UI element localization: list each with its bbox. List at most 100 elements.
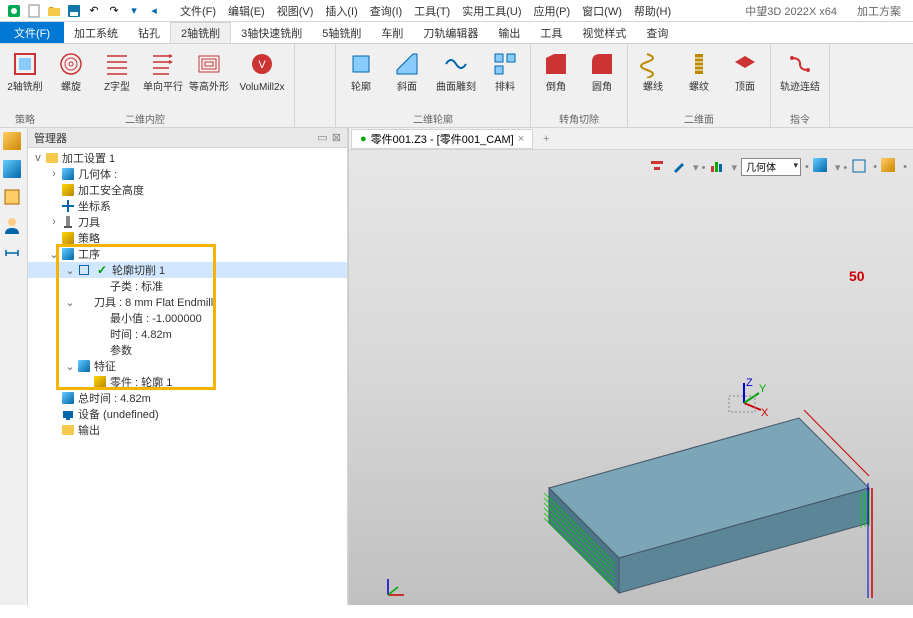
tree-row[interactable]: ⌄刀具 : 8 mm Flat Endmill	[28, 294, 347, 310]
btn-spiral[interactable]: 螺旋	[48, 46, 94, 96]
axis-gizmo[interactable]: Z X Y	[719, 378, 769, 428]
tool-stock-icon[interactable]	[3, 188, 25, 210]
btn-2axis-mill[interactable]: 2轴铣削	[2, 46, 48, 96]
ribbon-tab-file[interactable]: 文件(F)	[0, 22, 64, 43]
toolbar-sep: ▾ •	[693, 161, 705, 174]
tree-row[interactable]: 坐标系	[28, 198, 347, 214]
btn-thread[interactable]: 螺纹	[676, 46, 722, 96]
axis-indicator-icon	[384, 575, 408, 599]
open-icon[interactable]	[45, 2, 63, 20]
menu-window[interactable]: 窗口(W)	[576, 3, 628, 19]
toolbar-sep3: •	[805, 161, 809, 173]
tree-row[interactable]: ⌄工序	[28, 246, 347, 262]
chart-icon[interactable]	[709, 158, 727, 176]
group-label-strategy: 策略	[0, 111, 50, 127]
tree-row[interactable]: 设备 (undefined)	[28, 406, 347, 422]
btn-zigzag[interactable]: Z字型	[94, 46, 140, 96]
ribbon-tab-toolpath-editor[interactable]: 刀轨编辑器	[413, 22, 488, 43]
btn-profile[interactable]: 轮廓	[338, 46, 384, 96]
tree-row[interactable]: 策略	[28, 230, 347, 246]
tree-row[interactable]: ⌄特征	[28, 358, 347, 374]
menu-bar: 文件(F) 编辑(E) 视图(V) 插入(I) 查询(I) 工具(T) 实用工具…	[174, 3, 677, 19]
tool-dim-icon[interactable]	[3, 244, 25, 266]
tree-row[interactable]: 子类 : 标准	[28, 278, 347, 294]
title-area: 中望3D 2022X x64 加工方案	[745, 3, 909, 19]
panel-close-icon[interactable]: ⊠	[332, 131, 341, 144]
prev-icon[interactable]: ◂	[145, 2, 163, 20]
ribbon-tab-output[interactable]: 输出	[488, 22, 530, 43]
tree-row[interactable]: 总时间 : 4.82m	[28, 390, 347, 406]
ribbon-group-corner: 倒角 圆角 转角切除	[531, 44, 628, 127]
menu-insert[interactable]: 插入(I)	[319, 3, 363, 19]
btn-contour-equal[interactable]: 等高外形	[186, 46, 232, 96]
btn-bevel[interactable]: 斜面	[384, 46, 430, 96]
dropdown-icon[interactable]: ▾	[125, 2, 143, 20]
ribbon-tab-5axis[interactable]: 5轴铣削	[312, 22, 371, 43]
ribbon-tab-system[interactable]: 加工系统	[64, 22, 128, 43]
viewport-3d[interactable]: ● 零件001.Z3 - [零件001_CAM] × + ▾ • ▾ 几何体 •…	[348, 128, 913, 605]
menu-tools[interactable]: 工具(T)	[408, 3, 456, 19]
ribbon-tabs: 文件(F) 加工系统 钻孔 2轴铣削 3轴快速铣削 5轴铣削 车削 刀轨编辑器 …	[0, 22, 913, 44]
document-tab[interactable]: ● 零件001.Z3 - [零件001_CAM] ×	[351, 129, 533, 149]
tree-row[interactable]: ›刀具	[28, 214, 347, 230]
tree-row[interactable]: 参数	[28, 342, 347, 358]
tree-row[interactable]: 最小值 : -1.000000	[28, 310, 347, 326]
btn-nesting[interactable]: 排料	[482, 46, 528, 96]
ribbon-tab-inquire[interactable]: 查询	[636, 22, 678, 43]
group-label-face: 二维面	[628, 111, 770, 127]
ribbon-tab-tools[interactable]: 工具	[530, 22, 572, 43]
menu-utilities[interactable]: 实用工具(U)	[456, 3, 527, 19]
btn-chamfer[interactable]: 倒角	[533, 46, 579, 96]
geometry-dropdown[interactable]: 几何体	[741, 158, 801, 176]
tree-row[interactable]: ›几何体 :	[28, 166, 347, 182]
tree-row[interactable]: ⌄✓轮廓切削 1	[28, 262, 347, 278]
btn-helix[interactable]: 螺线	[630, 46, 676, 96]
redo-icon[interactable]: ↷	[105, 2, 123, 20]
tree-row[interactable]: 零件 : 轮廓 1	[28, 374, 347, 390]
ribbon-tab-lathe[interactable]: 车削	[371, 22, 413, 43]
pencil-icon[interactable]	[671, 158, 689, 176]
menu-file[interactable]: 文件(F)	[174, 3, 222, 19]
tree-row[interactable]: 时间 : 4.82m	[28, 326, 347, 342]
save-icon[interactable]	[65, 2, 83, 20]
gold-cube-icon[interactable]	[881, 158, 899, 176]
group-label-profile: 二维轮廓	[336, 111, 530, 127]
left-toolbox	[0, 128, 28, 605]
ribbon-tab-visual[interactable]: 视觉样式	[572, 22, 636, 43]
tree-row[interactable]: 输出	[28, 422, 347, 438]
btn-pathlink[interactable]: 轨迹连结	[773, 46, 827, 96]
btn-engrave[interactable]: 曲面雕刻	[430, 46, 482, 96]
ribbon-tab-drill[interactable]: 钻孔	[128, 22, 170, 43]
ribbon-group-pocket: 二维内腔	[295, 44, 336, 127]
menu-edit[interactable]: 编辑(E)	[222, 3, 271, 19]
wireframe-cube-icon[interactable]	[851, 158, 869, 176]
panel-menu-icon[interactable]: ▭	[317, 131, 327, 144]
menu-view[interactable]: 视图(V)	[271, 3, 320, 19]
menu-query[interactable]: 查询(I)	[364, 3, 408, 19]
btn-oneway[interactable]: 单向平行	[140, 46, 186, 96]
ribbon-tab-2axis[interactable]: 2轴铣削	[170, 22, 231, 43]
tool-user-icon[interactable]	[3, 216, 25, 238]
tree-root[interactable]: v加工设置 1	[28, 150, 347, 166]
solid-cube-icon[interactable]	[813, 158, 831, 176]
toolbar-sep6: •	[903, 161, 907, 173]
menu-app[interactable]: 应用(P)	[528, 3, 577, 19]
close-tab-icon[interactable]: ×	[518, 133, 524, 145]
tool-part-icon[interactable]	[3, 132, 25, 154]
document-tabs: ● 零件001.Z3 - [零件001_CAM] × +	[349, 128, 913, 150]
btn-topface[interactable]: 顶面	[722, 46, 768, 96]
ribbon-tab-3axis[interactable]: 3轴快速铣削	[231, 22, 312, 43]
menu-help[interactable]: 帮助(H)	[628, 3, 677, 19]
undo-icon[interactable]: ↶	[85, 2, 103, 20]
btn-volumill[interactable]: VVoluMill2x	[232, 46, 292, 96]
filter-icon[interactable]	[649, 158, 667, 176]
model-3d-render	[489, 358, 889, 618]
svg-text:Z: Z	[746, 378, 753, 389]
manager-tree[interactable]: v加工设置 1›几何体 :加工安全高度坐标系›刀具策略⌄工序⌄✓轮廓切削 1子类…	[28, 148, 347, 605]
viewport-toolbar: ▾ • ▾ 几何体 • ▾ • • •	[649, 156, 907, 178]
new-icon[interactable]	[25, 2, 43, 20]
add-tab-button[interactable]: +	[539, 133, 553, 145]
tree-row[interactable]: 加工安全高度	[28, 182, 347, 198]
tool-assembly-icon[interactable]	[3, 160, 25, 182]
btn-fillet[interactable]: 圆角	[579, 46, 625, 96]
